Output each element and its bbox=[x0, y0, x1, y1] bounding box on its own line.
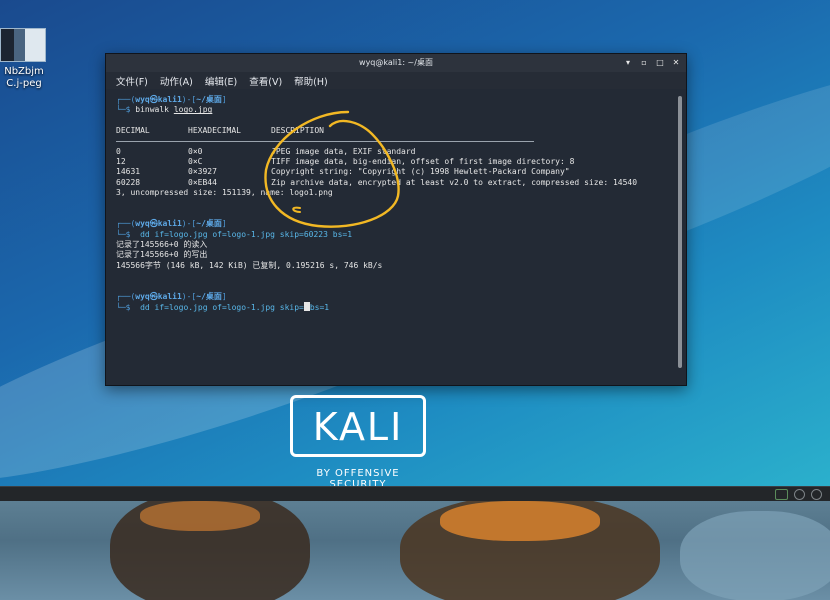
desktop-background: NbZbjmC.j-peg wyq@kali1: ~/桌面 ▾ ▫ □ ✕ 文件… bbox=[0, 0, 830, 486]
prompt-user: wyq㉿kali1 bbox=[135, 292, 182, 302]
desktop-file-icon[interactable]: NbZbjmC.j-peg bbox=[0, 28, 48, 90]
terminal-titlebar[interactable]: wyq@kali1: ~/桌面 ▾ ▫ □ ✕ bbox=[106, 54, 686, 72]
prompt-dir: ~/桌面 bbox=[196, 95, 222, 104]
cell-description: TIFF image data, big-endian, offset of f… bbox=[271, 156, 575, 166]
dd-output-line: 145566字节 (146 kB, 142 KiB) 已复制, 0.195216… bbox=[116, 260, 383, 270]
cell-decimal: 0 bbox=[116, 146, 121, 156]
status-icon[interactable] bbox=[794, 489, 805, 500]
menu-help[interactable]: 帮助(H) bbox=[294, 74, 328, 88]
active-command-line[interactable]: └─$ dd if=logo.jpg of=logo-1.jpg skip= bs… bbox=[116, 302, 672, 312]
system-tray bbox=[775, 487, 822, 502]
prompt-dir: ~/桌面 bbox=[196, 219, 222, 229]
terminal-title: wyq@kali1: ~/桌面 bbox=[359, 58, 433, 67]
terminal-window[interactable]: wyq@kali1: ~/桌面 ▾ ▫ □ ✕ 文件(F) 动作(A) 编辑(E… bbox=[105, 53, 687, 386]
minimize-button[interactable]: ▾ bbox=[624, 54, 632, 72]
prompt-dir: ~/桌面 bbox=[196, 292, 222, 302]
maximize-button[interactable]: □ bbox=[656, 54, 664, 72]
prompt-line: ┌──(wyq㉿kali1)-[~/桌面] bbox=[116, 95, 227, 104]
terminal-menubar: 文件(F) 动作(A) 编辑(E) 查看(V) 帮助(H) bbox=[106, 72, 686, 89]
prompt-line: ┌──(wyq㉿kali1)-[~/桌面] bbox=[116, 219, 227, 229]
binwalk-row: 14631 0×3927 Copyright string: "Copyrigh… bbox=[116, 167, 672, 177]
cell-description: Zip archive data, encrypted at least v2.… bbox=[271, 177, 638, 187]
menu-action[interactable]: 动作(A) bbox=[160, 74, 193, 88]
close-button[interactable]: ✕ bbox=[672, 54, 680, 72]
kali-logo-text: KALI bbox=[312, 405, 404, 449]
cell-hex: 0×EB44 bbox=[188, 177, 217, 187]
separator-line bbox=[116, 140, 534, 142]
command-line: └─$ dd if=logo.jpg of=logo-1.jpg skip=60… bbox=[116, 229, 353, 239]
cell-decimal: 14631 bbox=[116, 167, 141, 177]
kali-tagline: BY OFFENSIVE SECURITY bbox=[316, 468, 400, 486]
terminal-scrollbar[interactable] bbox=[678, 96, 682, 368]
cell-description: JPEG image data, EXIF standard bbox=[271, 146, 416, 156]
dd-output-line: 记录了145566+0 的读入 bbox=[116, 240, 208, 250]
binwalk-header: DECIMAL HEXADECIMAL DESCRIPTION bbox=[116, 126, 672, 136]
background-photo bbox=[0, 501, 830, 600]
cell-hex: 0×0 bbox=[188, 146, 203, 156]
kali-logo: KALI bbox=[290, 395, 426, 457]
cell-decimal: 60228 bbox=[116, 177, 141, 187]
command-text-after-cursor: bs=1 bbox=[309, 303, 330, 313]
cell-decimal: 12 bbox=[116, 156, 126, 166]
taskbar bbox=[0, 486, 830, 502]
cell-description: Copyright string: "Copyright (c) 1998 He… bbox=[271, 167, 570, 177]
binwalk-row: 12 0×C TIFF image data, big-endian, offs… bbox=[116, 157, 672, 167]
desktop-file-label: NbZbjmC.j-peg bbox=[4, 66, 44, 89]
prompt-user: wyq㉿kali1 bbox=[135, 95, 182, 104]
command-text: dd if=logo.jpg of=logo-1.jpg skip=60223 … bbox=[140, 229, 353, 239]
image-thumbnail-icon bbox=[0, 28, 46, 62]
terminal-output[interactable]: ┌──(wyq㉿kali1)-[~/桌面] └─$ binwalk logo.j… bbox=[116, 95, 672, 377]
power-icon[interactable] bbox=[811, 489, 822, 500]
command-arg: logo.jpg bbox=[173, 105, 213, 115]
menu-view[interactable]: 查看(V) bbox=[249, 74, 282, 88]
restore-button[interactable]: ▫ bbox=[640, 54, 648, 72]
dd-output-line: 记录了145566+0 的写出 bbox=[116, 250, 208, 260]
command-line: └─$ binwalk logo.jpg bbox=[116, 105, 213, 115]
command-name: binwalk bbox=[135, 105, 169, 115]
header-description: DESCRIPTION bbox=[271, 126, 324, 136]
network-icon[interactable] bbox=[775, 489, 788, 500]
command-text-before-cursor: dd if=logo.jpg of=logo-1.jpg skip= bbox=[140, 303, 304, 313]
binwalk-row: 60228 0×EB44 Zip archive data, encrypted… bbox=[116, 178, 672, 188]
binwalk-row: 0 0×0 JPEG image data, EXIF standard bbox=[116, 147, 672, 157]
prompt-line: ┌──(wyq㉿kali1)-[~/桌面] bbox=[116, 292, 227, 302]
wrapped-output-line: 3, uncompressed size: 151139, name: logo… bbox=[116, 188, 333, 198]
cell-hex: 0×C bbox=[188, 156, 203, 166]
prompt-user: wyq㉿kali1 bbox=[135, 219, 182, 229]
cell-hex: 0×3927 bbox=[188, 167, 217, 177]
header-decimal: DECIMAL bbox=[116, 126, 150, 136]
menu-file[interactable]: 文件(F) bbox=[116, 74, 148, 88]
header-hex: HEXADECIMAL bbox=[188, 126, 241, 136]
menu-edit[interactable]: 编辑(E) bbox=[205, 74, 237, 88]
